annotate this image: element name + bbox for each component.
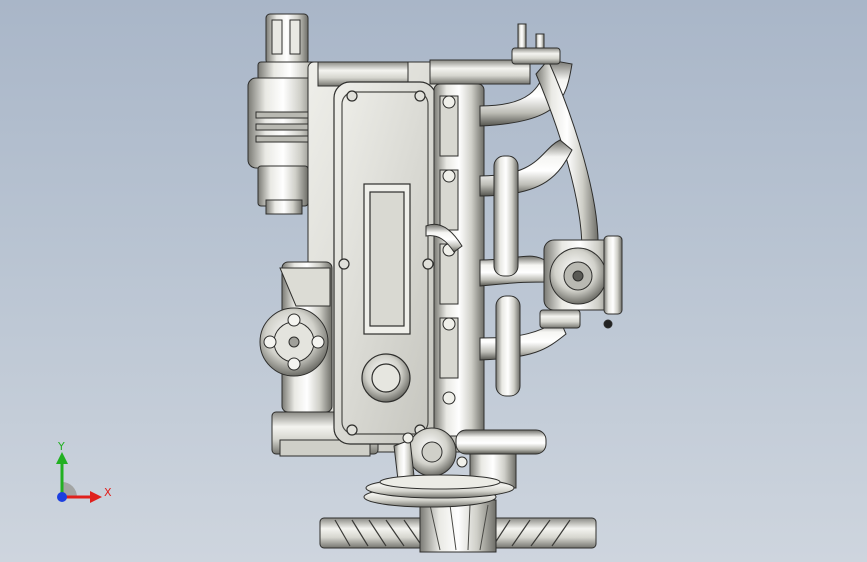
distributor-cap (259, 307, 329, 377)
crank-pulley (365, 474, 515, 499)
engine-model[interactable] (0, 0, 867, 562)
x-axis-label: X (104, 486, 112, 499)
sensor-posts (511, 23, 561, 65)
cylinder-head-ports (433, 83, 485, 437)
cad-graphics-viewport[interactable]: Y X (0, 0, 867, 562)
turbocharger (539, 235, 623, 329)
z-axis-origin (57, 492, 67, 502)
valve-cover (333, 81, 437, 445)
y-axis-label: Y (57, 440, 65, 453)
coordinate-triad: Y X (56, 440, 112, 503)
